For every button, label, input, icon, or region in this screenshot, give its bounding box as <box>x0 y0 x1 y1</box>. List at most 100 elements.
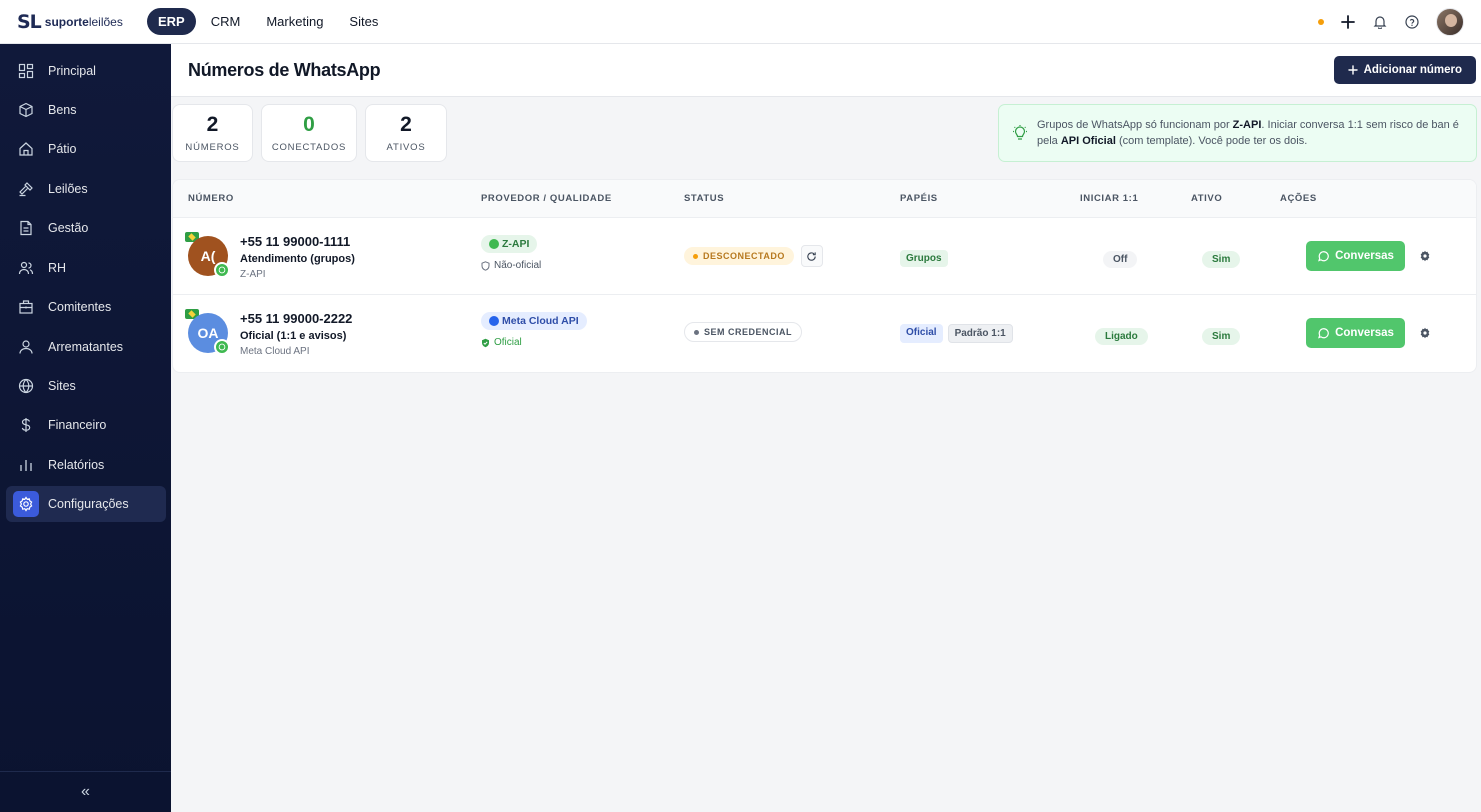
tab-marketing[interactable]: Marketing <box>255 8 334 35</box>
sidebar-item-principal[interactable]: Principal <box>6 53 166 89</box>
green-dot-icon <box>489 239 499 249</box>
col-numero[interactable]: NÚMERO <box>188 193 234 204</box>
role-tag: Oficial <box>900 324 943 343</box>
stat-card-numeros: 2 NÚMEROS <box>172 104 253 162</box>
phone-number[interactable]: +55 11 99000-2222 <box>240 311 352 326</box>
sidebar-item-sites[interactable]: Sites <box>6 368 166 404</box>
status-dot <box>1318 19 1324 25</box>
whatsapp-icon <box>1318 251 1329 262</box>
brand-name: suporteleilões <box>44 14 123 29</box>
shield-icon <box>481 260 490 271</box>
top-bar: SL suporteleilões ERP CRM Marketing Site… <box>0 0 1481 44</box>
sidebar-item-label: Pátio <box>48 142 77 156</box>
sidebar-item-gestao[interactable]: Gestão <box>6 210 166 246</box>
collapse-icon: « <box>81 783 90 800</box>
settings-gear-icon[interactable] <box>1418 249 1432 263</box>
top-nav: ERP CRM Marketing Sites <box>147 8 389 35</box>
tab-erp[interactable]: ERP <box>147 8 196 35</box>
stat-label: NÚMEROS <box>185 141 240 153</box>
sidebar-item-comitentes[interactable]: Comitentes <box>6 289 166 325</box>
user-avatar[interactable] <box>1436 8 1464 36</box>
box-icon <box>17 101 35 119</box>
building-icon <box>17 298 35 316</box>
provider-cell: Z-API Não-oficial <box>481 235 541 271</box>
sidebar-item-configuracoes[interactable]: Configurações <box>6 486 166 522</box>
col-provedor[interactable]: PROVEDOR / QUALIDADE <box>481 193 612 204</box>
plus-icon <box>1347 65 1358 75</box>
roles-cell: Grupos <box>900 248 948 267</box>
phone-number[interactable]: +55 11 99000-1111 <box>240 234 350 249</box>
settings-gear-icon[interactable] <box>1418 326 1432 340</box>
status-cell: SEM CREDENCIAL <box>684 322 803 342</box>
bar-chart-icon <box>17 456 35 474</box>
start-cell: Ligado <box>1095 326 1148 345</box>
sidebar-item-leiloes[interactable]: Leilões <box>6 171 166 207</box>
sidebar-collapse-button[interactable]: « <box>0 771 171 812</box>
col-papeis[interactable]: PAPÉIS <box>900 193 938 204</box>
gavel-icon <box>17 180 35 198</box>
col-status[interactable]: STATUS <box>684 193 724 204</box>
main-content: Números de WhatsApp Adicionar número 2 N… <box>171 44 1481 812</box>
sidebar-item-patio[interactable]: Pátio <box>6 131 166 167</box>
document-icon <box>17 219 35 237</box>
provider-pill: Z-API <box>481 235 538 253</box>
brand-logo[interactable]: SL suporteleilões <box>17 11 137 33</box>
provider-subtitle: Z-API <box>240 269 266 280</box>
col-ativo[interactable]: ATIVO <box>1191 193 1222 204</box>
start-chip[interactable]: Ligado <box>1095 328 1148 345</box>
sidebar-item-arrematantes[interactable]: Arrematantes <box>6 329 166 365</box>
user-icon <box>17 338 35 356</box>
dashboard-icon <box>17 62 35 80</box>
sidebar-item-relatorios[interactable]: Relatórios <box>6 447 166 483</box>
conversations-button[interactable]: Conversas <box>1306 241 1405 271</box>
sidebar-item-bens[interactable]: Bens <box>6 92 166 128</box>
role-tag: Grupos <box>900 250 948 267</box>
table-row: A( +55 11 99000-1111 Atendimento (grupos… <box>173 218 1476 295</box>
start-chip[interactable]: Off <box>1103 251 1138 268</box>
quality-label: Oficial <box>481 337 587 348</box>
bell-icon[interactable] <box>1372 14 1388 30</box>
stats-row: 2 NÚMEROS 0 CONECTADOS 2 ATIVOS <box>172 104 447 162</box>
status-badge: SEM CREDENCIAL <box>684 322 803 342</box>
table-row: OA +55 11 99000-2222 Oficial (1:1 e avis… <box>173 295 1476 372</box>
numbers-table: NÚMERO PROVEDOR / QUALIDADE STATUS PAPÉI… <box>172 179 1477 373</box>
sidebar-item-label: Comitentes <box>48 300 112 314</box>
refresh-button[interactable] <box>800 245 823 267</box>
provider-cell: Meta Cloud API Oficial <box>481 312 587 348</box>
notice-text: Grupos de WhatsApp só funcionam por Z-AP… <box>1037 119 1459 147</box>
sidebar-item-label: Gestão <box>48 221 89 235</box>
sidebar-item-label: RH <box>48 261 67 275</box>
dollar-icon <box>17 416 35 434</box>
actions-cell: Conversas <box>1306 241 1432 271</box>
globe-icon <box>17 377 35 395</box>
add-number-button[interactable]: Adicionar número <box>1333 56 1476 84</box>
role-tag: Padrão 1:1 <box>947 324 1013 343</box>
home-icon <box>17 140 35 158</box>
blue-dot-icon <box>489 316 499 326</box>
stat-label: ATIVOS <box>386 141 426 153</box>
sidebar-item-label: Bens <box>48 103 77 117</box>
active-chip[interactable]: Sim <box>1202 251 1241 268</box>
sidebar-item-label: Leilões <box>48 182 88 196</box>
top-actions <box>1318 0 1464 44</box>
plus-icon[interactable] <box>1340 14 1356 30</box>
conversations-button[interactable]: Conversas <box>1306 318 1405 348</box>
sidebar-item-label: Configurações <box>48 497 129 511</box>
number-alias: Atendimento (grupos) <box>240 253 355 265</box>
page-title: Números de WhatsApp <box>188 59 381 80</box>
whatsapp-icon <box>1318 328 1329 339</box>
help-icon[interactable] <box>1404 14 1420 30</box>
col-acoes: AÇÕES <box>1280 193 1317 204</box>
sidebar-item-rh[interactable]: RH <box>6 250 166 286</box>
stat-value: 0 <box>303 112 315 136</box>
sidebar-item-label: Relatórios <box>48 458 105 472</box>
info-notice: Grupos de WhatsApp só funcionam por Z-AP… <box>998 104 1477 162</box>
page-header: Números de WhatsApp Adicionar número <box>171 44 1481 97</box>
refresh-icon <box>807 251 817 261</box>
active-chip[interactable]: Sim <box>1202 328 1241 345</box>
sidebar-item-financeiro[interactable]: Financeiro <box>6 407 166 443</box>
col-iniciar[interactable]: INICIAR 1:1 <box>1080 193 1138 204</box>
tab-sites[interactable]: Sites <box>338 8 389 35</box>
tab-crm[interactable]: CRM <box>200 8 252 35</box>
active-cell: Sim <box>1202 249 1241 268</box>
